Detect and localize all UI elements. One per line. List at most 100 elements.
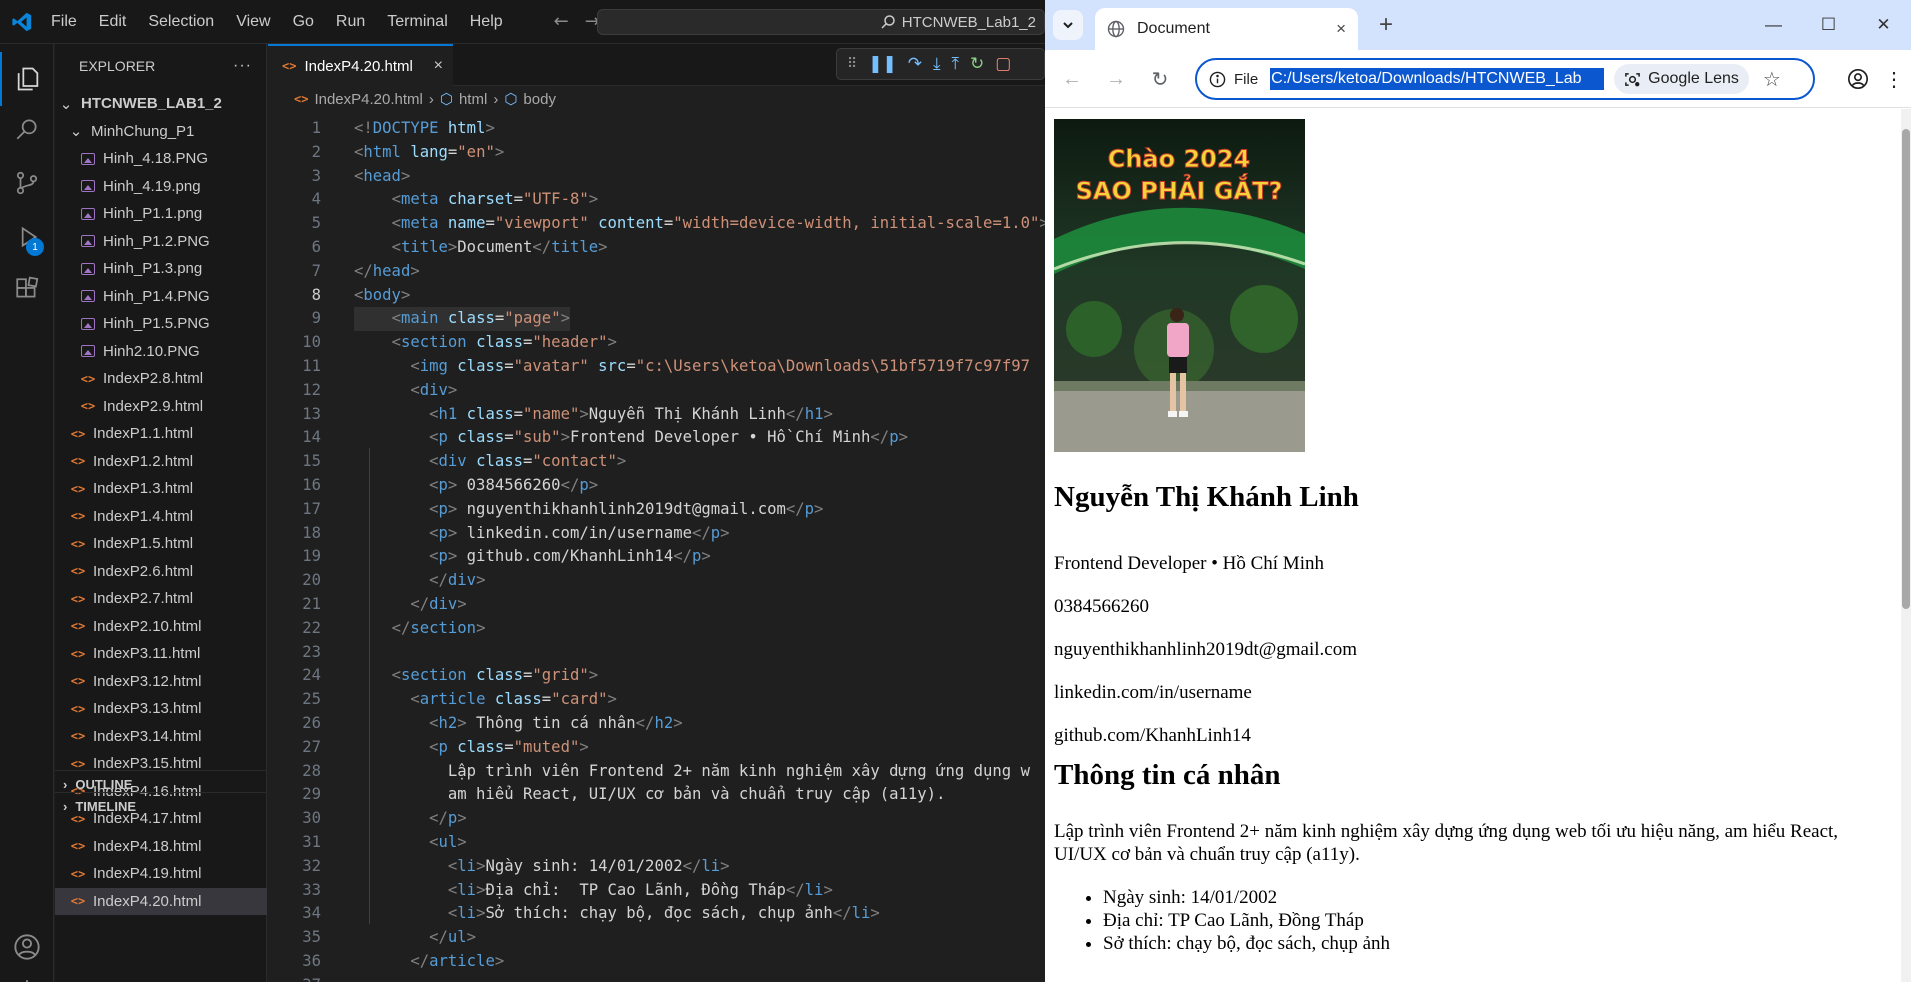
list-item[interactable]: Hinh_P1.1.png (55, 200, 267, 228)
list-item[interactable]: Hinh_4.19.png (55, 173, 267, 201)
explorer-files-icon[interactable] (0, 52, 54, 106)
list-item[interactable]: <> IndexP4.19.html (55, 860, 267, 888)
list-item[interactable]: <> IndexP2.9.html (55, 393, 267, 421)
url-text[interactable]: C:/Users/ketoa/Downloads/HTCNWEB_Lab (1270, 68, 1605, 90)
run-debug-icon[interactable]: 1 (0, 210, 54, 264)
tab-indexp4-20[interactable]: <> IndexP4.20.html × (268, 44, 453, 86)
menu-edit[interactable]: Edit (88, 0, 138, 44)
list-item[interactable]: <> IndexP4.18.html (55, 833, 267, 861)
code-line[interactable]: 16 <p> 0384566260</p> (268, 474, 1045, 498)
code-line[interactable]: 37 (268, 974, 1045, 982)
code-line[interactable]: 12 <div> (268, 379, 1045, 403)
list-item[interactable]: <> IndexP1.3.html (55, 475, 267, 503)
code-line[interactable]: 14 <p class="sub">Frontend Developer • H… (268, 426, 1045, 450)
chrome-tab-document[interactable]: Document × (1095, 8, 1358, 50)
code-line[interactable]: 26 <h2> Thông tin cá nhân</h2> (268, 712, 1045, 736)
list-item[interactable]: <> IndexP3.11.html (55, 640, 267, 668)
code-line[interactable]: 1 <!DOCTYPE html> (268, 117, 1045, 141)
code-line[interactable]: 15 <div class="contact"> (268, 450, 1045, 474)
menu-view[interactable]: View (225, 0, 281, 44)
code-line[interactable]: 24 <section class="grid"> (268, 664, 1045, 688)
page-scrollbar[interactable] (1901, 109, 1911, 982)
restart-icon[interactable]: ↻ (970, 54, 984, 74)
code-line[interactable]: 6 <title>Document</title> (268, 236, 1045, 260)
address-bar[interactable]: File C:/Users/ketoa/Downloads/HTCNWEB_La… (1195, 58, 1815, 100)
settings-gear-icon[interactable] (0, 964, 54, 982)
folder-minhchung-p1[interactable]: ⌄ MinhChung_P1 (55, 118, 267, 146)
code-line[interactable]: 29 am hiểu React, UI/UX cơ bản và chuẩn … (268, 783, 1045, 807)
code-line[interactable]: 34 <li>Sở thích: chạy bộ, đọc sách, chụp… (268, 902, 1045, 926)
code-line[interactable]: 21 </div> (268, 593, 1045, 617)
scrollbar-thumb[interactable] (1902, 129, 1910, 609)
forward-arrow-icon[interactable]: → (1101, 64, 1131, 94)
stop-icon[interactable]: ▢ (995, 54, 1011, 74)
menu-terminal[interactable]: Terminal (376, 0, 458, 44)
code-line[interactable]: 2 <html lang="en"> (268, 141, 1045, 165)
pause-icon[interactable]: ❚❚ (868, 54, 897, 74)
code-line[interactable]: 20 </div> (268, 569, 1045, 593)
code-line[interactable]: 35 </ul> (268, 926, 1045, 950)
code-line[interactable]: 28 Lập trình viên Frontend 2+ năm kinh n… (268, 760, 1045, 784)
drag-handle-icon[interactable]: ⠿ (847, 56, 857, 72)
code-line[interactable]: 11 <img class="avatar" src="c:\Users\ket… (268, 355, 1045, 379)
code-line[interactable]: 33 <li>Địa chỉ: TP Cao Lãnh, Đồng Tháp</… (268, 879, 1045, 903)
list-item[interactable]: <> IndexP2.6.html (55, 558, 267, 586)
list-item[interactable]: <> IndexP1.1.html (55, 420, 267, 448)
list-item[interactable]: Hinh_P1.4.PNG (55, 283, 267, 311)
search-icon[interactable] (0, 102, 54, 156)
code-line[interactable]: 36 </article> (268, 950, 1045, 974)
workspace-root[interactable]: ⌄ HTCNWEB_LAB1_2 (55, 90, 267, 118)
breadcrumb-body[interactable]: body (523, 91, 556, 108)
source-control-icon[interactable] (0, 156, 54, 210)
menu-file[interactable]: File (40, 0, 88, 44)
list-item[interactable]: <> IndexP3.12.html (55, 668, 267, 696)
more-actions-icon[interactable]: ··· (233, 57, 252, 75)
code-line[interactable]: 27 <p class="muted"> (268, 736, 1045, 760)
list-item[interactable]: <> IndexP1.4.html (55, 503, 267, 531)
site-info[interactable]: File (1209, 71, 1270, 88)
breadcrumb-html[interactable]: html (459, 91, 487, 108)
list-item[interactable]: <> IndexP3.13.html (55, 695, 267, 723)
close-tab-icon[interactable]: × (1336, 19, 1346, 39)
step-out-icon[interactable]: ⤒ (952, 54, 960, 74)
menu-help[interactable]: Help (459, 0, 514, 44)
list-item[interactable]: Hinh_P1.5.PNG (55, 310, 267, 338)
breadcrumb-file[interactable]: IndexP4.20.html (314, 91, 422, 108)
minimize-icon[interactable]: — (1746, 0, 1801, 50)
list-item[interactable]: <> IndexP1.5.html (55, 530, 267, 558)
list-item[interactable]: <> IndexP2.10.html (55, 613, 267, 641)
bookmark-star-icon[interactable]: ☆ (1763, 67, 1781, 92)
code-line[interactable]: 7 </head> (268, 260, 1045, 284)
code-line[interactable]: 10 <section class="header"> (268, 331, 1045, 355)
code-line[interactable]: 23 (268, 641, 1045, 665)
menu-run[interactable]: Run (325, 0, 376, 44)
maximize-icon[interactable]: ☐ (1801, 0, 1856, 50)
list-item[interactable]: Hinh2.10.PNG (55, 338, 267, 366)
code-line[interactable]: 3 <head> (268, 165, 1045, 189)
google-lens-button[interactable]: Google Lens (1614, 64, 1749, 94)
command-center[interactable]: HTCNWEB_Lab1_2 (597, 9, 1045, 35)
list-item[interactable]: <> IndexP3.14.html (55, 723, 267, 751)
code-line[interactable]: 13 <h1 class="name">Nguyễn Thị Khánh Lin… (268, 403, 1045, 427)
code-line[interactable]: 17 <p> nguyenthikhanhlinh2019dt@gmail.co… (268, 498, 1045, 522)
code-line[interactable]: 19 <p> github.com/KhanhLinh14</p> (268, 545, 1045, 569)
new-tab-button[interactable]: + (1371, 10, 1401, 40)
code-line[interactable]: 9 <main class="page"> (268, 307, 1045, 332)
code-line[interactable]: 30 </p> (268, 807, 1045, 831)
close-tab-icon[interactable]: × (434, 57, 443, 75)
menu-go[interactable]: Go (282, 0, 325, 44)
profile-icon[interactable] (1843, 64, 1873, 94)
tab-search-chevron-down-icon[interactable] (1053, 10, 1083, 40)
list-item[interactable]: <> IndexP1.2.html (55, 448, 267, 476)
code-line[interactable]: 18 <p> linkedin.com/in/username</p> (268, 522, 1045, 546)
menu-selection[interactable]: Selection (137, 0, 225, 44)
list-item[interactable]: Hinh_P1.3.png (55, 255, 267, 283)
reload-icon[interactable]: ↻ (1145, 64, 1175, 94)
close-window-icon[interactable]: ✕ (1856, 0, 1911, 50)
list-item[interactable]: <> IndexP2.8.html (55, 365, 267, 393)
menu-kebab-icon[interactable]: ⋮ (1879, 64, 1909, 94)
code-line[interactable]: 32 <li>Ngày sinh: 14/01/2002</li> (268, 855, 1045, 879)
list-item[interactable]: Hinh_4.18.PNG (55, 145, 267, 173)
list-item[interactable]: <> IndexP4.20.html (55, 887, 267, 915)
code-editor[interactable]: 1 <!DOCTYPE html> 2 <html lang="en"> 3 <head>… (268, 115, 1045, 982)
